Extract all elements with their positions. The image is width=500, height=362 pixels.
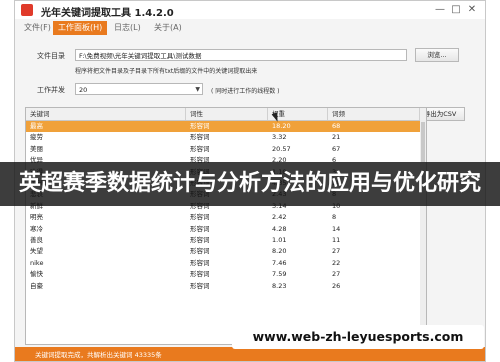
table-cell: 形容词 xyxy=(190,258,210,267)
table-cell: 27 xyxy=(332,270,341,279)
table-row[interactable]: 寒冷 形容词 4.28 14 xyxy=(26,224,420,235)
table-cell: 善良 xyxy=(30,236,43,244)
table-row[interactable]: 愉快 形容词 7.59 27 xyxy=(26,269,420,280)
table-cell: 失望 xyxy=(30,247,43,256)
col-keyword[interactable]: 关键词 xyxy=(26,108,186,120)
table-row[interactable]: 善良 形容词 1.01 11 xyxy=(26,235,420,246)
dir-label: 文件目录 xyxy=(37,52,65,60)
col-frequency[interactable]: 词频 xyxy=(328,108,420,120)
table-row[interactable]: nike 形容词 7.46 22 xyxy=(26,258,420,269)
table-row[interactable]: 失望 形容词 8.20 27 xyxy=(26,246,420,257)
table-cell: 20.57 xyxy=(272,144,291,153)
table-cell: 22 xyxy=(332,258,341,267)
table-cell: 形容词 xyxy=(190,247,210,256)
table-cell: 7.59 xyxy=(272,270,287,279)
table-cell: 形容词 xyxy=(190,213,210,222)
table-cell: 68 xyxy=(332,122,341,130)
menu-about[interactable]: 关于(A) xyxy=(149,21,187,35)
maximize-button[interactable]: □ xyxy=(449,3,463,17)
table-header: 关键词 词性 权重 词频 xyxy=(26,108,426,121)
table-cell: 4.28 xyxy=(272,224,287,233)
table-cell: 形容词 xyxy=(190,144,210,153)
table-cell: 寒冷 xyxy=(30,224,43,233)
menu-bar: 文件(F) 工作面板(H) 日志(L) 关于(A) xyxy=(15,19,485,37)
dir-hint: 程序将把文件目录及子目录下所有txt后缀的文件中的关键词提取出来 xyxy=(75,68,258,75)
table-cell: 1.01 xyxy=(272,236,287,244)
table-row[interactable]: 明亮 形容词 2.42 8 xyxy=(26,212,420,223)
table-cell: 形容词 xyxy=(190,122,210,130)
table-row[interactable]: 自豪 形容词 8.23 26 xyxy=(26,281,420,292)
table-cell: 26 xyxy=(332,281,341,290)
browse-button[interactable]: 浏览... xyxy=(415,48,459,62)
concurrency-label: 工作并发 xyxy=(37,86,65,94)
table-cell: 8 xyxy=(332,213,337,222)
menu-file[interactable]: 文件(F) xyxy=(19,21,56,35)
table-row[interactable]: 疲劳 形容词 3.32 21 xyxy=(26,132,420,143)
scrollbar-thumb[interactable] xyxy=(421,122,425,162)
table-cell: 7.46 xyxy=(272,258,287,267)
table-cell: 形容词 xyxy=(190,281,210,290)
table-cell: 21 xyxy=(332,133,341,142)
table-row[interactable]: 美丽 形容词 20.57 67 xyxy=(26,144,420,155)
table-cell: 18.20 xyxy=(272,122,291,130)
table-cell: 愉快 xyxy=(30,270,43,279)
table-cell: 自豪 xyxy=(30,281,43,290)
table-cell: 明亮 xyxy=(30,213,43,222)
watermark: www.web-zh-leyuesports.com xyxy=(232,325,484,349)
close-button[interactable]: ✕ xyxy=(465,3,479,17)
table-cell: nike xyxy=(30,258,44,267)
app-logo-icon xyxy=(21,4,33,16)
table-cell: 形容词 xyxy=(190,236,210,244)
vertical-scrollbar[interactable] xyxy=(420,120,426,342)
title-bar: 光年关键词提取工具 1.4.2.0 — □ ✕ xyxy=(15,1,485,19)
col-pos[interactable]: 词性 xyxy=(186,108,268,120)
chevron-down-icon: ▼ xyxy=(195,86,200,93)
keyword-table: 关键词 词性 权重 词频 最高 形容词 18.20 68 疲劳 形容词 3.32 21 美丽 形容… xyxy=(25,107,427,345)
status-bar: 关键词提取完成，共解析出关键词 43335条 xyxy=(15,347,485,361)
table-cell: 27 xyxy=(332,247,341,256)
table-cell: 11 xyxy=(332,236,341,244)
table-cell: 最高 xyxy=(30,122,43,130)
status-text: 关键词提取完成，共解析出关键词 43335条 xyxy=(35,351,162,359)
concurrency-select[interactable]: 20 ▼ xyxy=(75,83,203,95)
table-cell: 形容词 xyxy=(190,224,210,233)
table-cell: 14 xyxy=(332,224,341,233)
table-cell: 67 xyxy=(332,144,341,153)
dir-input[interactable]: F:\免费视频\光年关键词提取工具\测试数据 xyxy=(75,49,407,61)
concurrency-value: 20 xyxy=(79,86,88,94)
table-cell: 形容词 xyxy=(190,270,210,279)
overlay-banner: 英超赛季数据统计与分析方法的应用与优化研究 xyxy=(0,162,500,206)
table-cell: 8.23 xyxy=(272,281,287,290)
table-cell: 美丽 xyxy=(30,144,43,153)
table-row[interactable]: 最高 形容词 18.20 68 xyxy=(26,121,420,133)
minimize-button[interactable]: — xyxy=(433,3,447,17)
menu-workspace[interactable]: 工作面板(H) xyxy=(53,21,108,35)
table-cell: 2.42 xyxy=(272,213,287,222)
table-cell: 3.32 xyxy=(272,133,287,142)
table-cell: 形容词 xyxy=(190,133,210,142)
table-cell: 8.20 xyxy=(272,247,287,256)
menu-log[interactable]: 日志(L) xyxy=(109,21,146,35)
concurrency-note: ( 同时进行工作的线程数 ) xyxy=(211,88,280,95)
window-title: 光年关键词提取工具 1.4.2.0 xyxy=(41,8,174,19)
table-cell: 疲劳 xyxy=(30,133,43,142)
